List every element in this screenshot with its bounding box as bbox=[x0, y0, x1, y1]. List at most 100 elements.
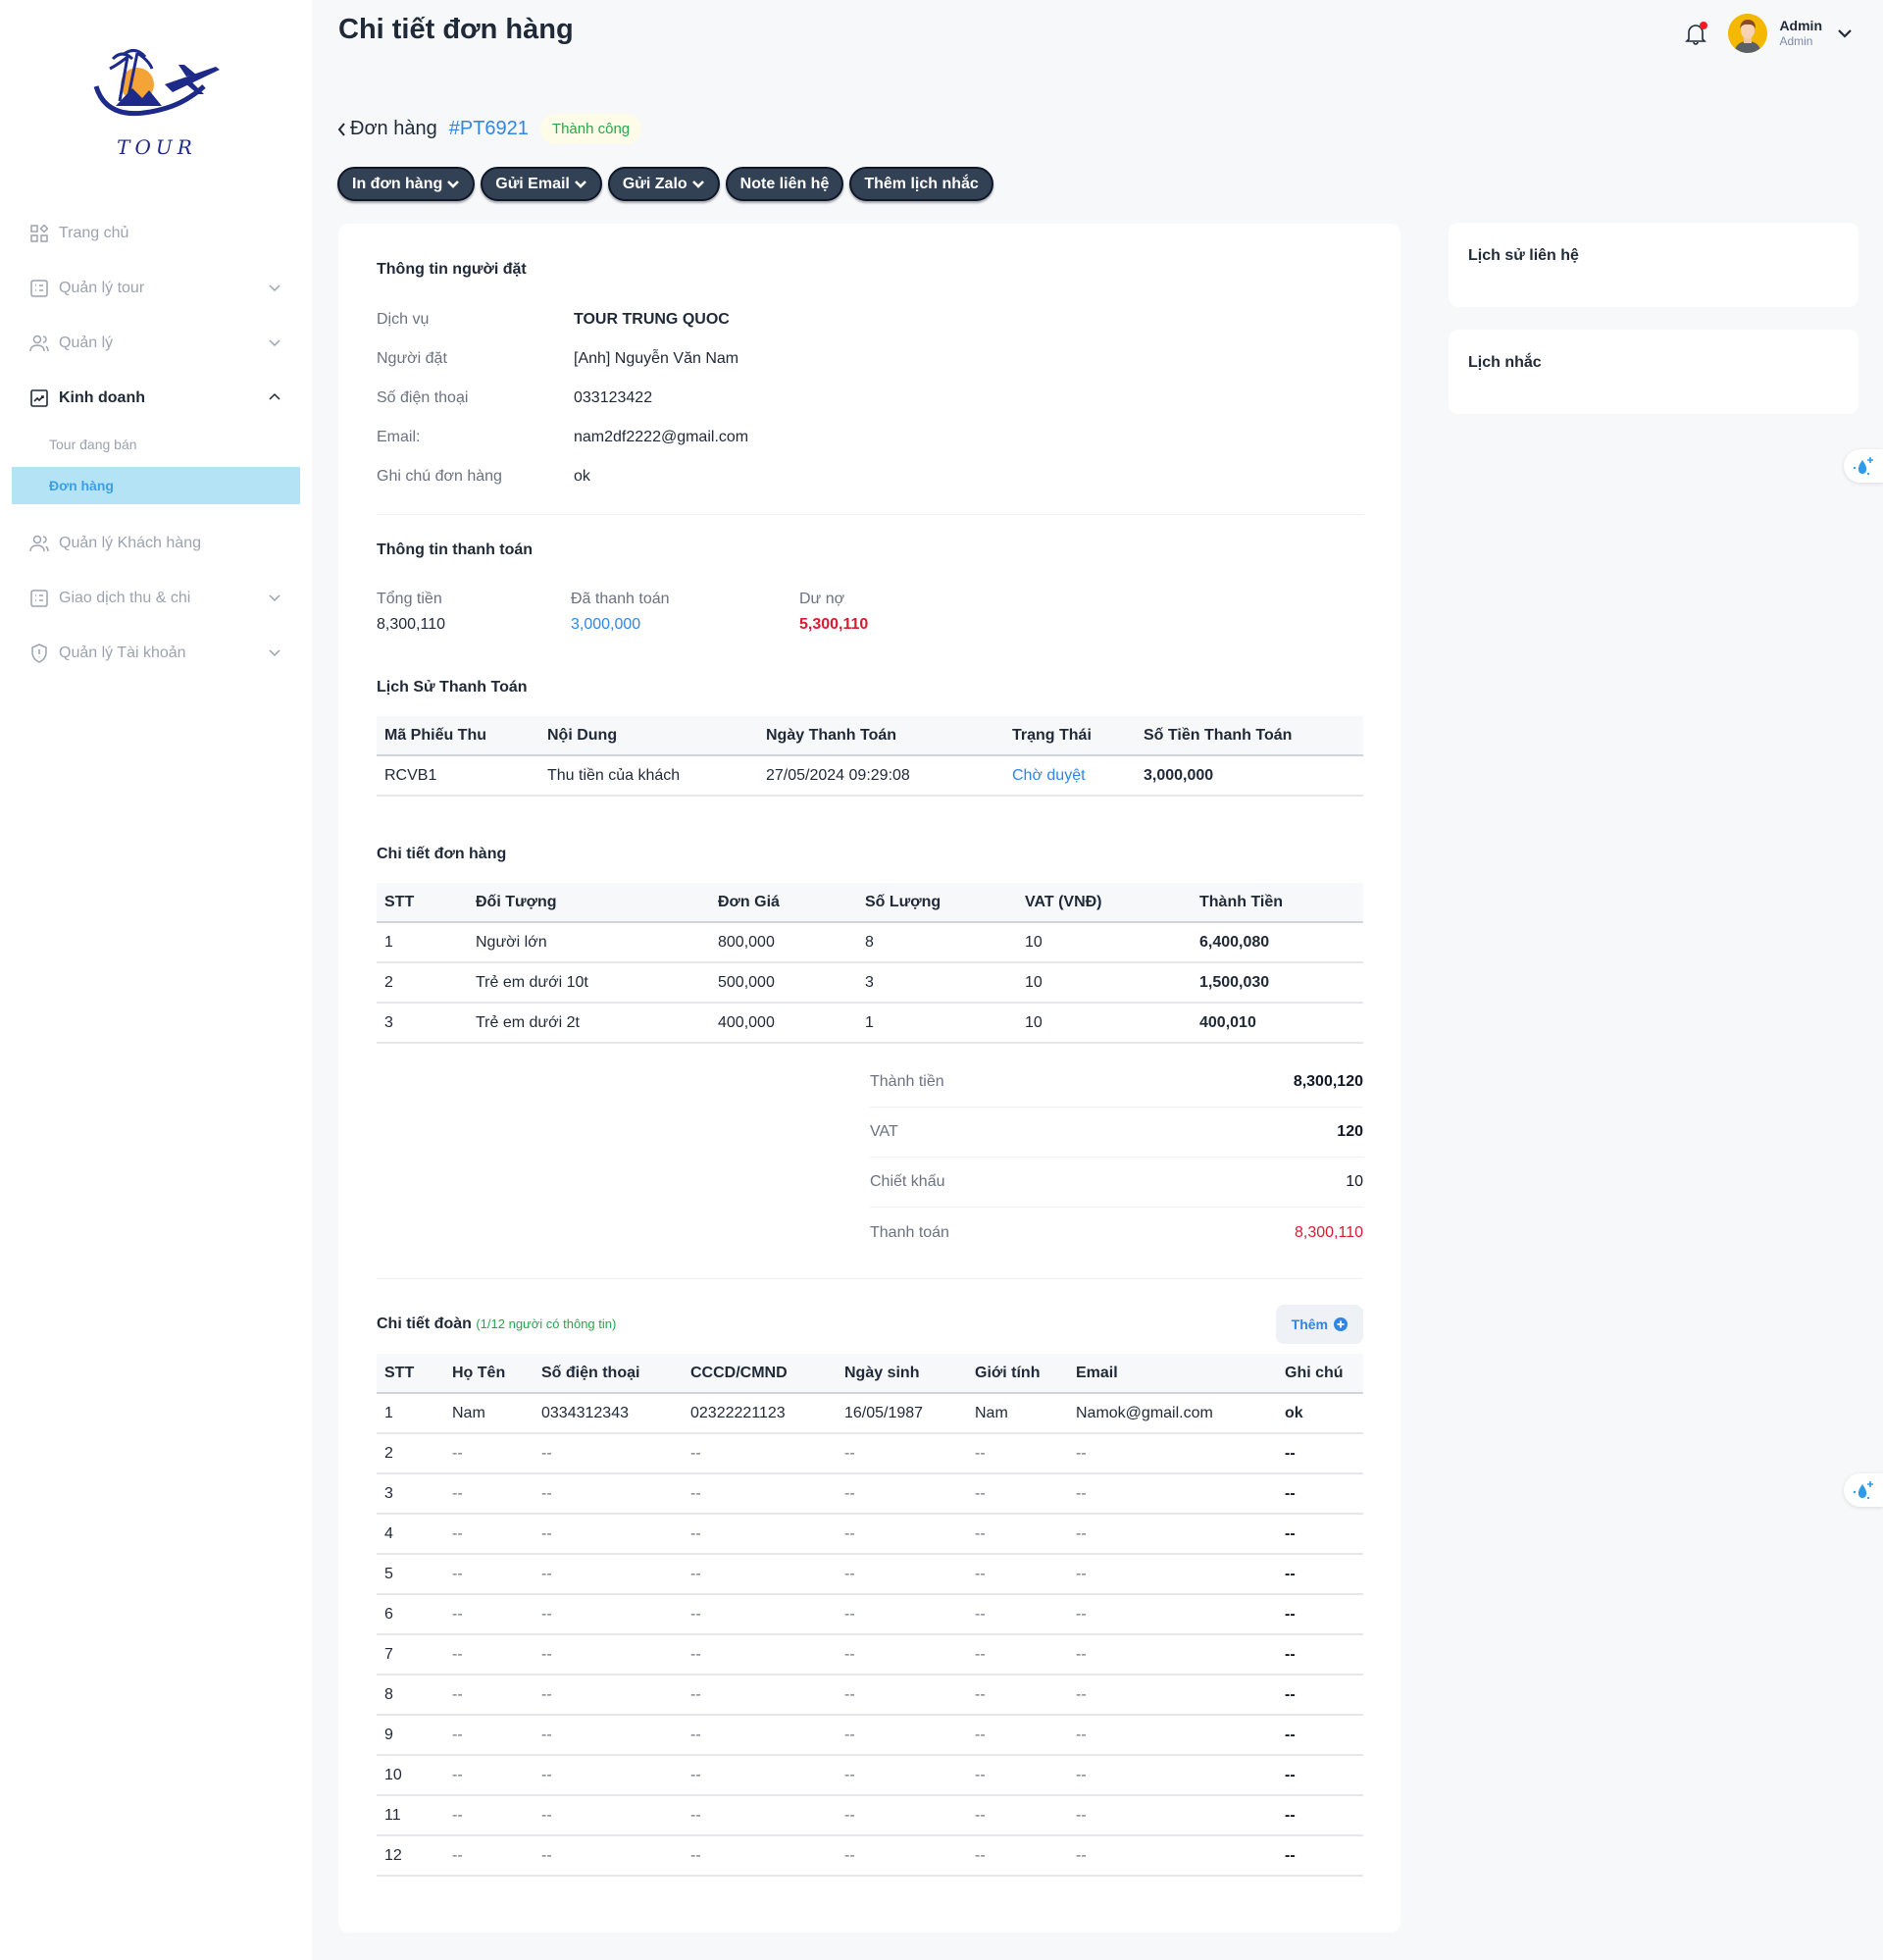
send-email-button[interactable]: Gửi Email bbox=[481, 167, 602, 201]
group-info-count: (1/12 người có thông tin) bbox=[476, 1316, 617, 1331]
info-label: Dịch vụ bbox=[377, 311, 430, 328]
cell-gender: -- bbox=[967, 1715, 1068, 1756]
sidebar-subitem-orders[interactable]: Đơn hàng bbox=[12, 467, 300, 504]
card-title: Lịch nhắc bbox=[1468, 354, 1542, 371]
cell-gender: Nam bbox=[967, 1393, 1068, 1434]
breadcrumb: Đơn hàng #PT6921 Thành công bbox=[336, 114, 642, 144]
table-row[interactable]: RCVB1 Thu tiền của khách 27/05/2024 09:2… bbox=[377, 755, 1363, 797]
cell-gender: -- bbox=[967, 1433, 1068, 1474]
table-row[interactable]: 8 -- -- -- -- -- -- -- bbox=[377, 1675, 1363, 1716]
cell-gender: -- bbox=[967, 1755, 1068, 1796]
payment-info-section: Thông tin thanh toán Tổng tiền 8,300,110… bbox=[377, 542, 1363, 634]
users-icon bbox=[29, 534, 49, 553]
cell-gender: -- bbox=[967, 1675, 1068, 1716]
cell-phone: -- bbox=[534, 1554, 683, 1595]
sidebar-subitem-tours-on-sale[interactable]: Tour đang bán bbox=[0, 426, 312, 463]
summary-subtotal: Thành tiền 8,300,120 bbox=[870, 1057, 1363, 1108]
table-row[interactable]: 3 -- -- -- -- -- -- -- bbox=[377, 1473, 1363, 1515]
column-header: Trạng Thái bbox=[1004, 716, 1136, 756]
cell-quantity: 3 bbox=[857, 962, 1017, 1004]
cell-note: -- bbox=[1277, 1634, 1363, 1676]
cell-stt: 5 bbox=[377, 1554, 444, 1595]
cell-email: -- bbox=[1068, 1634, 1277, 1676]
chevron-down-icon[interactable] bbox=[1836, 25, 1854, 42]
payment-status-link[interactable]: Chờ duyệt bbox=[1004, 755, 1136, 797]
sidebar-nav: Trang chủ Quản lý tour Quản lý Kinh doan… bbox=[0, 206, 312, 681]
cell-phone: -- bbox=[534, 1594, 683, 1635]
info-row-phone: Số điện thoại 033123422 bbox=[377, 379, 1363, 418]
table-row[interactable]: 9 -- -- -- -- -- -- -- bbox=[377, 1715, 1363, 1756]
column-header: Đơn Giá bbox=[710, 883, 857, 923]
notification-button[interactable] bbox=[1685, 22, 1708, 45]
table-row[interactable]: 11 -- -- -- -- -- -- -- bbox=[377, 1795, 1363, 1836]
sidebar-item-management[interactable]: Quản lý bbox=[0, 316, 312, 371]
cell-phone: -- bbox=[534, 1514, 683, 1555]
column-header: Email bbox=[1068, 1354, 1277, 1394]
payment-debt: Dư nợ 5,300,110 bbox=[799, 591, 995, 634]
info-row-email: Email: nam2df2222@gmail.com bbox=[377, 418, 1363, 457]
column-header: Thành Tiền bbox=[1192, 883, 1363, 923]
cell-note: -- bbox=[1277, 1715, 1363, 1756]
cell-id-card: -- bbox=[683, 1634, 837, 1676]
cell-birthdate: -- bbox=[837, 1433, 967, 1474]
cell-phone: -- bbox=[534, 1433, 683, 1474]
send-zalo-button[interactable]: Gửi Zalo bbox=[607, 167, 720, 201]
table-row[interactable]: 12 -- -- -- -- -- -- -- bbox=[377, 1835, 1363, 1877]
button-label: Note liên hệ bbox=[739, 175, 830, 192]
add-reminder-button[interactable]: Thêm lịch nhắc bbox=[849, 167, 993, 201]
cell-id-card: -- bbox=[683, 1473, 837, 1515]
payment-value: 3,000,000 bbox=[571, 616, 641, 633]
avatar[interactable] bbox=[1728, 14, 1768, 53]
cell-full-name: -- bbox=[444, 1433, 534, 1474]
cell-email: -- bbox=[1068, 1835, 1277, 1877]
button-label: In đơn hàng bbox=[352, 175, 443, 192]
sidebar-item-label: Giao dịch thu & chi bbox=[59, 590, 191, 606]
table-row[interactable]: 2 -- -- -- -- -- -- -- bbox=[377, 1433, 1363, 1474]
floating-assistant-button[interactable] bbox=[1844, 1473, 1883, 1507]
user-info[interactable]: Admin Admin bbox=[1779, 18, 1822, 48]
table-row: 1 Người lớn 800,000 8 10 6,400,080 bbox=[377, 922, 1363, 963]
floating-assistant-button[interactable] bbox=[1844, 449, 1883, 483]
info-value: nam2df2222@gmail.com bbox=[574, 429, 749, 445]
summary-total-payment: Thanh toán 8,300,110 bbox=[870, 1208, 1363, 1258]
back-link[interactable]: Đơn hàng bbox=[336, 118, 437, 140]
cell-quantity: 1 bbox=[857, 1003, 1017, 1044]
sidebar-item-transactions[interactable]: Giao dịch thu & chi bbox=[0, 571, 312, 626]
table-row[interactable]: 7 -- -- -- -- -- -- -- bbox=[377, 1634, 1363, 1676]
info-value: [Anh] Nguyễn Văn Nam bbox=[574, 350, 739, 367]
dashboard-icon bbox=[29, 224, 49, 243]
sidebar-item-accounts[interactable]: Quản lý Tài khoản bbox=[0, 626, 312, 681]
cell-full-name: -- bbox=[444, 1755, 534, 1796]
cell-vat: 10 bbox=[1017, 962, 1192, 1004]
table-row[interactable]: 10 -- -- -- -- -- -- -- bbox=[377, 1755, 1363, 1796]
cell-stt: 9 bbox=[377, 1715, 444, 1756]
cell-note: -- bbox=[1277, 1594, 1363, 1635]
info-row-note: Ghi chú đơn hàng ok bbox=[377, 457, 1363, 496]
table-row[interactable]: 1 Nam 0334312343 02322221123 16/05/1987 Nam Na… bbox=[377, 1393, 1363, 1434]
cell-target: Người lớn bbox=[468, 922, 710, 963]
add-member-button[interactable]: Thêm bbox=[1275, 1305, 1363, 1344]
sidebar-item-customers[interactable]: Quản lý Khách hàng bbox=[0, 516, 312, 571]
column-header: STT bbox=[377, 883, 468, 923]
table-row[interactable]: 5 -- -- -- -- -- -- -- bbox=[377, 1554, 1363, 1595]
list-icon bbox=[29, 279, 49, 298]
sidebar-item-home[interactable]: Trang chủ bbox=[0, 206, 312, 261]
cell-phone: -- bbox=[534, 1634, 683, 1676]
sidebar-item-tour-management[interactable]: Quản lý tour bbox=[0, 261, 312, 316]
print-order-button[interactable]: In đơn hàng bbox=[337, 167, 476, 201]
contact-note-button[interactable]: Note liên hệ bbox=[725, 167, 844, 201]
table-row[interactable]: 6 -- -- -- -- -- -- -- bbox=[377, 1594, 1363, 1635]
column-header: Số Tiền Thanh Toán bbox=[1136, 716, 1363, 756]
info-row-booker: Người đặt [Anh] Nguyễn Văn Nam bbox=[377, 339, 1363, 379]
cell-note: -- bbox=[1277, 1473, 1363, 1515]
payment-summary: Tổng tiền 8,300,110 Đã thanh toán 3,000,… bbox=[377, 591, 1363, 634]
cell-id-card: -- bbox=[683, 1795, 837, 1836]
table-row[interactable]: 4 -- -- -- -- -- -- -- bbox=[377, 1514, 1363, 1555]
payment-history-section: Lịch Sử Thanh Toán Mã Phiếu Thu Nội Dung… bbox=[377, 679, 1363, 797]
sparkle-drop-icon bbox=[1853, 1481, 1873, 1500]
chevron-down-icon bbox=[269, 339, 280, 347]
sidebar-item-business[interactable]: Kinh doanh bbox=[0, 371, 312, 426]
tour-logo[interactable]: TOUR bbox=[88, 47, 226, 165]
cell-unit-price: 800,000 bbox=[710, 922, 857, 963]
sidebar-item-label: Quản lý bbox=[59, 335, 114, 351]
